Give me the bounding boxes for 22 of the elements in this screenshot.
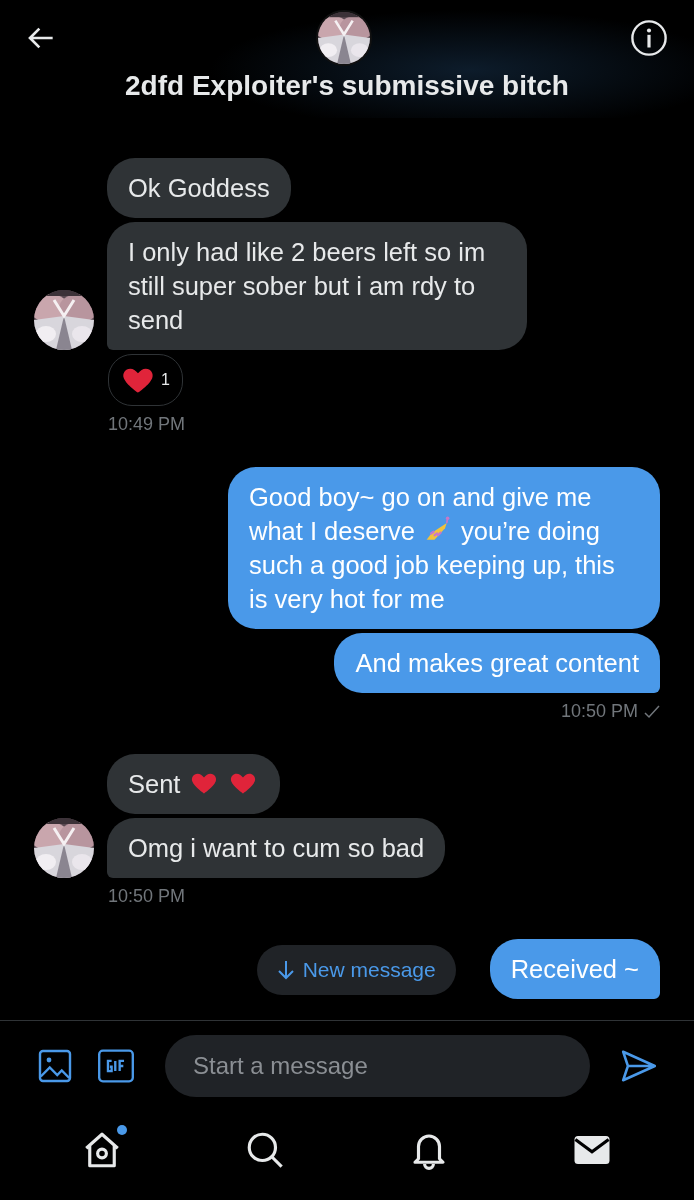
gif-button[interactable]: [97, 1047, 135, 1084]
message-bubble: I only had like 2 beers left so im still super sober but i am rdy to send: [107, 222, 527, 350]
info-icon: [630, 19, 668, 57]
gif-icon: [97, 1047, 135, 1084]
conversation-title: 2dfd Exploiter's submissive bitch: [125, 70, 569, 102]
new-message-button[interactable]: New message: [256, 945, 456, 995]
reaction-pill[interactable]: 1: [108, 354, 183, 406]
message-bubble: Ok Goddess: [107, 158, 291, 218]
info-button[interactable]: [630, 19, 668, 57]
image-icon: [37, 1047, 73, 1084]
message-input[interactable]: Start a message: [165, 1034, 590, 1097]
message-bubble: Omg i want to cum so bad: [107, 818, 446, 878]
reaction-count: 1: [161, 371, 170, 389]
message-bubble: And makes great content: [334, 633, 660, 693]
image-button[interactable]: [37, 1047, 73, 1084]
down-arrow-icon: [276, 960, 295, 980]
message-bubble: Sent: [107, 754, 280, 814]
message-bubble: Received ~: [489, 939, 660, 999]
message-bubble: Good boy~ go on and give me what I deserve you’re doing such a good job keeping up, this is very hot for me: [228, 467, 660, 629]
message-time: 10:50 PM: [560, 701, 638, 722]
message-time: 10:50 PM: [108, 886, 186, 907]
message-time: 10:49 PM: [108, 414, 186, 435]
